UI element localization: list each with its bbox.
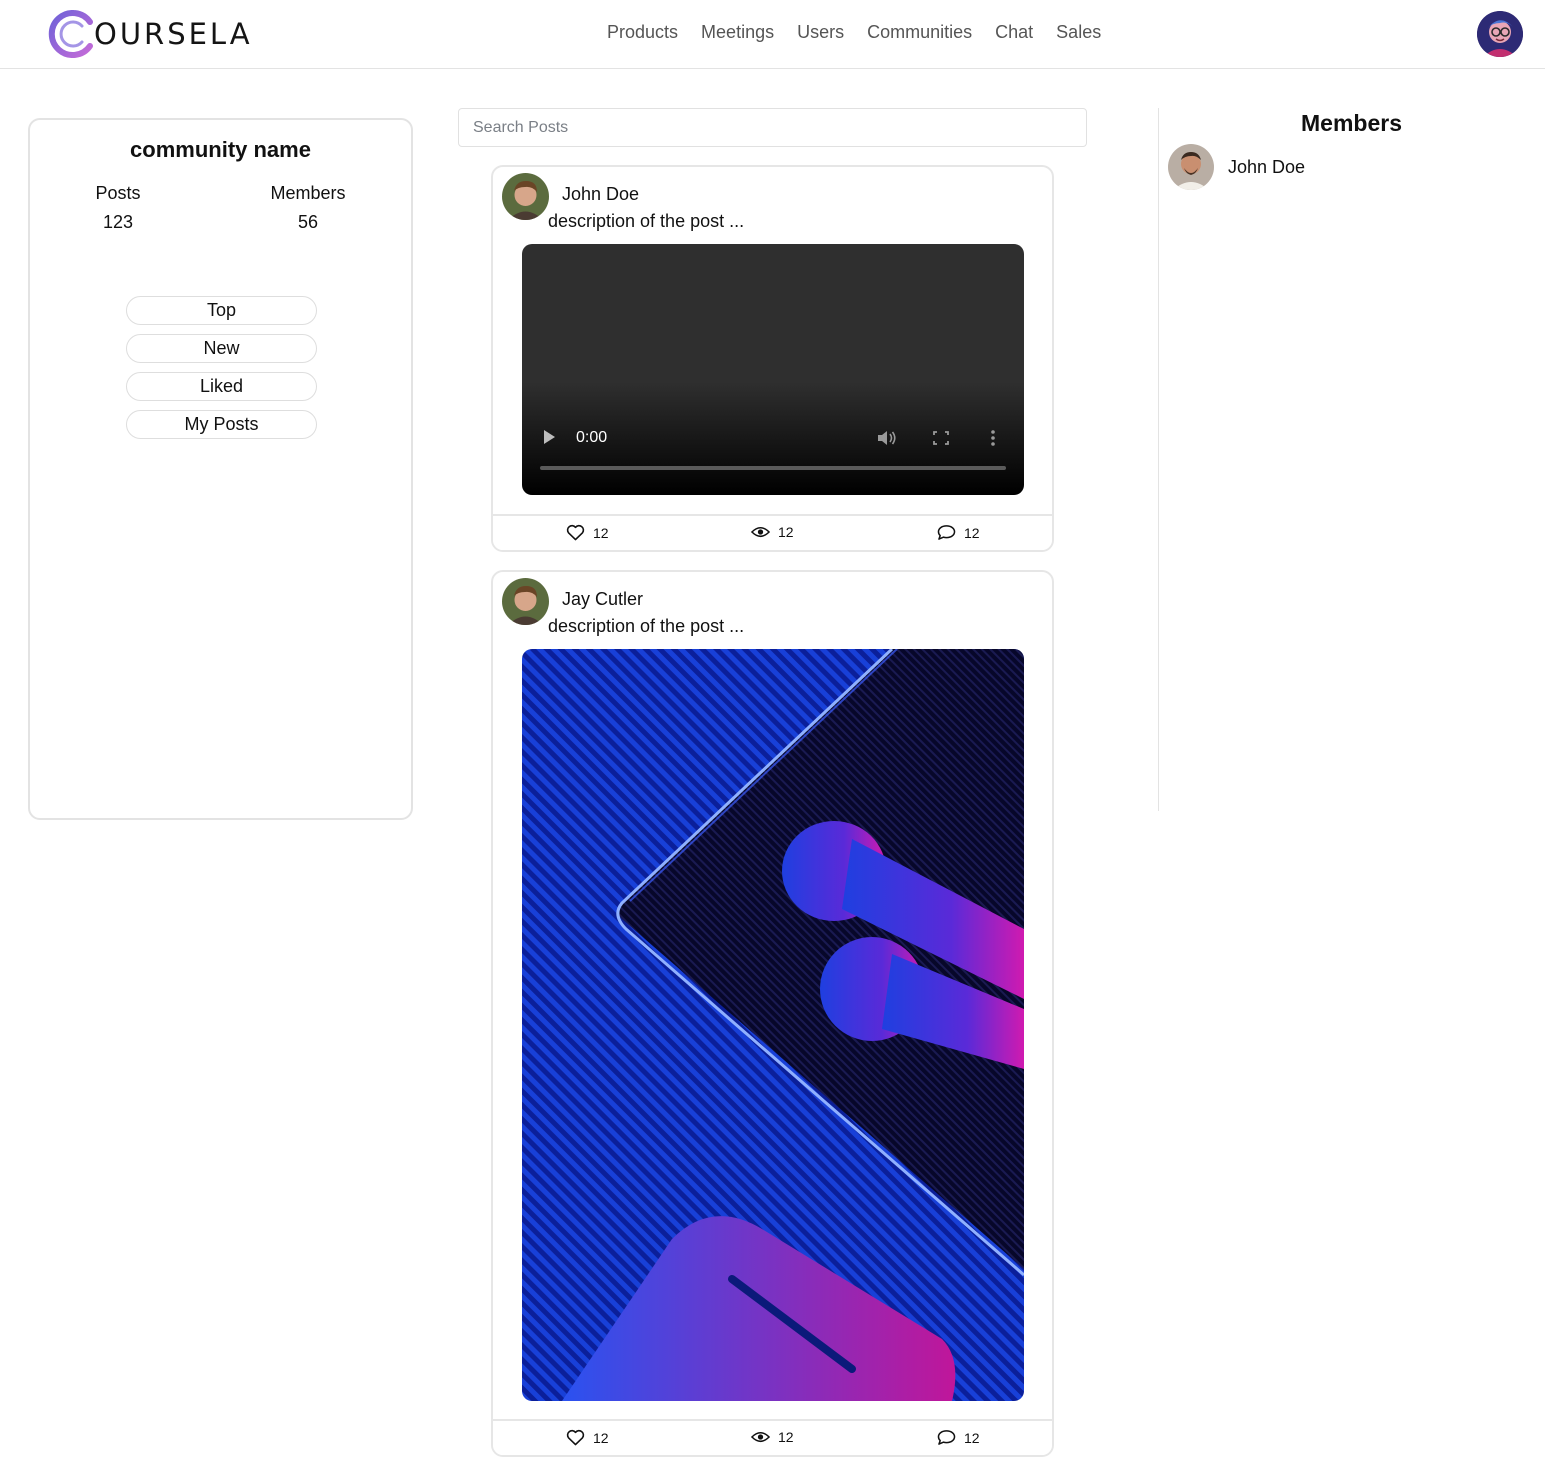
video-progress-bar[interactable] <box>540 466 1006 470</box>
like-count: 12 <box>593 1429 609 1446</box>
comment-count: 12 <box>964 524 980 541</box>
comment-count: 12 <box>964 1429 980 1446</box>
main-nav: Products Meetings Users Communities Chat… <box>607 22 1101 43</box>
video-time: 0:00 <box>576 429 608 446</box>
nav-communities[interactable]: Communities <box>867 22 972 43</box>
top-navbar: OURSELA Products Meetings Users Communit… <box>0 0 1545 69</box>
heart-icon <box>566 524 585 541</box>
more-vertical-icon[interactable] <box>989 429 997 447</box>
view-action[interactable]: 12 <box>751 524 794 540</box>
post-card: Jay Cutler description of the post ... 1… <box>491 570 1054 1457</box>
post-actions: 12 12 12 <box>493 514 1052 550</box>
filter-my-posts-button[interactable]: My Posts <box>126 410 317 439</box>
profile-avatar[interactable] <box>1477 11 1523 57</box>
author-avatar[interactable] <box>502 578 549 625</box>
logo-text: OURSELA <box>94 17 253 51</box>
member-avatar[interactable] <box>1168 144 1214 190</box>
volume-icon[interactable] <box>876 429 898 447</box>
logo-c-icon <box>48 10 93 58</box>
author-avatar[interactable] <box>502 173 549 220</box>
post-card: John Doe description of the post ... 0:0… <box>491 165 1054 552</box>
video-player[interactable]: 0:00 <box>522 244 1024 495</box>
community-name: community name <box>130 137 311 162</box>
avatar-illustration <box>1477 11 1523 57</box>
filter-top-button[interactable]: Top <box>126 296 317 325</box>
like-count: 12 <box>593 524 609 541</box>
nav-chat[interactable]: Chat <box>995 22 1033 43</box>
posts-count: 123 <box>102 212 134 232</box>
comment-action[interactable]: 12 <box>937 524 980 541</box>
logo[interactable]: OURSELA <box>46 10 253 58</box>
filter-new-button[interactable]: New <box>126 334 317 363</box>
nav-sales[interactable]: Sales <box>1056 22 1101 43</box>
eye-icon <box>751 526 770 538</box>
view-count: 12 <box>778 1429 794 1445</box>
posts-stat: Posts 123 <box>92 183 144 233</box>
comment-action[interactable]: 12 <box>937 1429 980 1446</box>
post-image[interactable] <box>522 649 1024 1401</box>
members-label: Members <box>270 183 346 203</box>
nav-products[interactable]: Products <box>607 22 678 43</box>
like-action[interactable]: 12 <box>566 524 609 541</box>
post-actions: 12 12 12 <box>493 1419 1052 1455</box>
nav-users[interactable]: Users <box>797 22 844 43</box>
comment-icon <box>937 1430 956 1445</box>
post-author-name[interactable]: Jay Cutler <box>562 589 643 610</box>
post-description: description of the post ... <box>548 211 745 231</box>
search-posts-input[interactable] <box>458 108 1087 147</box>
post-author-name[interactable]: John Doe <box>562 184 639 205</box>
posts-label: Posts <box>95 183 141 203</box>
members-stat: Members 56 <box>264 183 352 233</box>
play-icon[interactable] <box>544 430 555 444</box>
eye-icon <box>751 1431 770 1443</box>
post-description: description of the post ... <box>548 616 745 636</box>
view-action[interactable]: 12 <box>751 1429 794 1445</box>
view-count: 12 <box>778 524 794 540</box>
community-card: community name Posts 123 Members 56 Top … <box>28 118 413 820</box>
members-count: 56 <box>297 212 319 232</box>
members-heading: Members <box>1301 110 1402 136</box>
members-panel: Members John Doe <box>1158 108 1545 811</box>
filter-liked-button[interactable]: Liked <box>126 372 317 401</box>
heart-icon <box>566 1429 585 1446</box>
like-action[interactable]: 12 <box>566 1429 609 1446</box>
comment-icon <box>937 525 956 540</box>
fullscreen-icon[interactable] <box>932 430 950 446</box>
nav-meetings[interactable]: Meetings <box>701 22 774 43</box>
member-name[interactable]: John Doe <box>1228 157 1305 178</box>
